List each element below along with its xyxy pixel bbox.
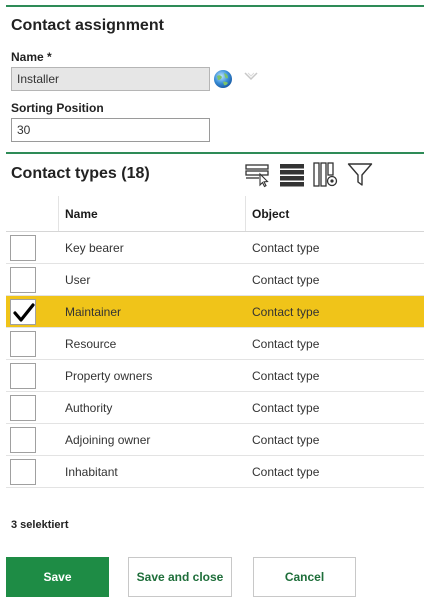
table-row[interactable]: Maintainer Contact type xyxy=(6,296,424,328)
row-checkbox[interactable] xyxy=(10,459,36,485)
table-row[interactable]: Key bearer Contact type xyxy=(6,232,424,264)
filter-icon[interactable] xyxy=(347,160,373,188)
row-name: Inhabitant xyxy=(65,464,118,479)
column-header-name[interactable]: Name xyxy=(65,207,98,221)
row-object: Contact type xyxy=(252,240,320,255)
row-object: Contact type xyxy=(252,336,320,351)
row-name: Key bearer xyxy=(65,240,124,255)
save-and-close-button[interactable]: Save and close xyxy=(128,557,232,597)
table-row[interactable]: Property owners Contact type xyxy=(6,360,424,392)
row-checkbox[interactable] xyxy=(10,395,36,421)
row-object: Contact type xyxy=(252,304,320,319)
name-label: Name * xyxy=(11,50,52,64)
table-row[interactable]: Resource Contact type xyxy=(6,328,424,360)
grid-header: Name Object xyxy=(6,196,424,232)
row-checkbox[interactable] xyxy=(10,331,36,357)
form-title: Contact assignment xyxy=(11,17,164,34)
globe-icon[interactable] xyxy=(213,69,233,89)
sorting-position-field[interactable]: 30 xyxy=(11,118,210,142)
list-view-icon[interactable] xyxy=(279,160,305,188)
row-checkbox[interactable] xyxy=(10,363,36,389)
column-settings-icon[interactable] xyxy=(313,160,339,188)
table-row[interactable]: User Contact type xyxy=(6,264,424,296)
top-divider xyxy=(6,5,424,7)
name-field[interactable]: Installer xyxy=(11,67,210,91)
chevron-down-icon[interactable] xyxy=(244,71,258,81)
row-object: Contact type xyxy=(252,368,320,383)
contact-types-title: Contact types (18) xyxy=(11,165,150,182)
table-row[interactable]: Authority Contact type xyxy=(6,392,424,424)
column-header-object[interactable]: Object xyxy=(252,207,289,221)
row-checkbox[interactable] xyxy=(10,267,36,293)
row-object: Contact type xyxy=(252,400,320,415)
checkmark-icon xyxy=(13,303,35,322)
sorting-position-label: Sorting Position xyxy=(11,101,104,115)
selected-count: 3 selektiert xyxy=(11,519,69,531)
save-button[interactable]: Save xyxy=(6,557,109,597)
row-checkbox[interactable] xyxy=(10,427,36,453)
row-select-icon[interactable] xyxy=(245,160,271,188)
contact-types-grid: Name Object Key bearer Contact type User Co… xyxy=(6,196,424,488)
table-row[interactable]: Adjoining owner Contact type xyxy=(6,424,424,456)
table-row[interactable]: Inhabitant Contact type xyxy=(6,456,424,488)
row-name: Property owners xyxy=(65,368,153,383)
row-object: Contact type xyxy=(252,464,320,479)
row-checkbox[interactable] xyxy=(10,299,36,325)
row-name: Adjoining owner xyxy=(65,432,151,447)
row-name: Resource xyxy=(65,336,117,351)
cancel-button[interactable]: Cancel xyxy=(253,557,356,597)
row-name: Authority xyxy=(65,400,113,415)
row-object: Contact type xyxy=(252,432,320,447)
row-object: Contact type xyxy=(252,272,320,287)
row-checkbox[interactable] xyxy=(10,235,36,261)
section-divider xyxy=(6,152,424,154)
row-name: Maintainer xyxy=(65,304,122,319)
row-name: User xyxy=(65,272,91,287)
